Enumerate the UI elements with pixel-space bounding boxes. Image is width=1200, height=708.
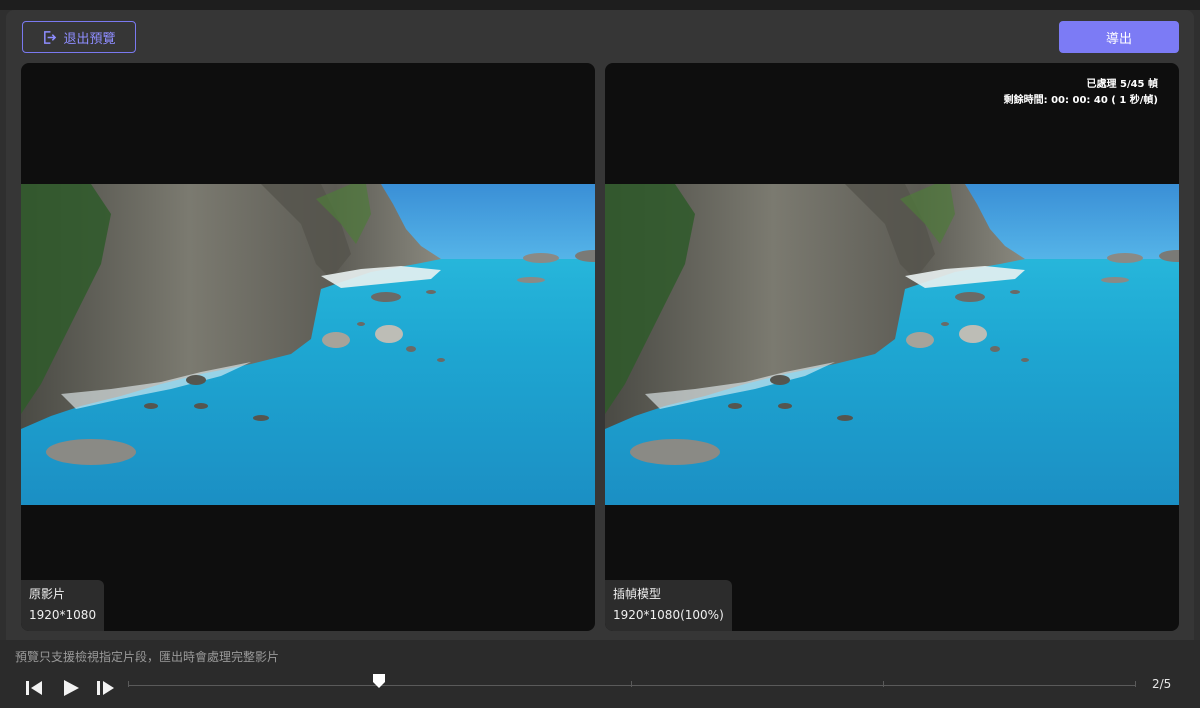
window-top-strip (0, 0, 1200, 10)
interpolated-video-label: 插幀模型 1920*1080(100%) (605, 580, 732, 631)
export-button[interactable]: 導出 (1059, 21, 1179, 53)
original-video-resolution: 1920*1080 (29, 608, 97, 622)
exit-preview-button[interactable]: 退出預覽 (22, 21, 136, 53)
timeline-tick (631, 681, 632, 687)
playback-bar: 預覽只支援檢視指定片段，匯出時會處理完整影片 2/5 (0, 640, 1200, 708)
timeline-track[interactable] (128, 685, 1136, 686)
original-video-label: 原影片 1920*1080 (21, 580, 105, 631)
exit-preview-label: 退出預覽 (63, 30, 116, 46)
play-icon[interactable] (60, 678, 82, 698)
timeline-tick (1135, 681, 1136, 687)
frames-processed: 已處理 5/45 幀 (1086, 79, 1159, 90)
timeline-tick (883, 681, 884, 687)
segment-pager: 2/5 (1152, 677, 1172, 691)
step-forward-icon[interactable] (94, 678, 116, 698)
original-video-name: 原影片 (29, 587, 66, 601)
preview-hint: 預覽只支援檢視指定片段，匯出時會處理完整影片 (15, 650, 280, 664)
interpolated-video-resolution: 1920*1080(100%) (613, 608, 724, 622)
scrubber-thumb[interactable] (372, 673, 386, 689)
exit-icon (44, 30, 57, 44)
original-video-pane: 原影片 1920*1080 (21, 63, 595, 631)
step-back-icon[interactable] (23, 678, 45, 698)
timeline-tick (128, 681, 129, 687)
interpolation-model-name: 插幀模型 (613, 587, 662, 601)
interpolated-video-pane: 已處理 5/45 幀 剩餘時間: 00: 00: 40 ( 1 秒/幀) 插幀模… (605, 63, 1179, 631)
interpolated-video-frame (605, 184, 1179, 505)
time-remaining: 剩餘時間: 00: 00: 40 ( 1 秒/幀) (1003, 95, 1158, 106)
original-video-frame (21, 184, 595, 505)
processing-status: 已處理 5/45 幀 剩餘時間: 00: 00: 40 ( 1 秒/幀) (1004, 77, 1158, 109)
